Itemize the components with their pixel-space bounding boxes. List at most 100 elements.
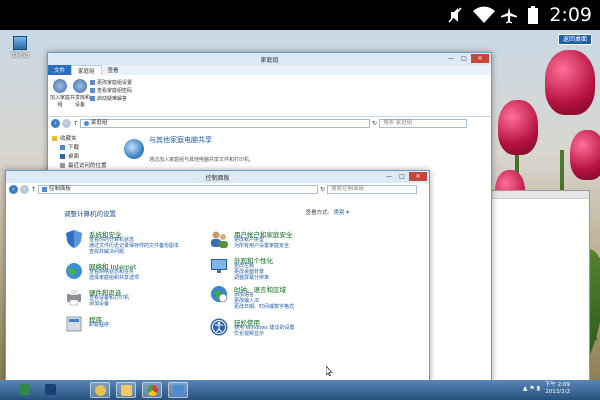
refresh-button[interactable]: ↻ <box>320 186 325 193</box>
refresh-button[interactable]: ↻ <box>372 120 377 127</box>
back-button[interactable]: ‹ <box>9 184 18 194</box>
ease-of-access-icon <box>210 318 228 336</box>
nav-desktop[interactable]: 桌面 <box>52 153 110 162</box>
homegroup-search-input[interactable]: 搜索 家庭组 <box>379 118 468 128</box>
mute-icon <box>448 7 462 23</box>
forward-button[interactable]: › <box>20 184 29 194</box>
clock-globe-icon <box>211 286 228 303</box>
view-by: 查看方式: 类别 ▾ <box>305 210 349 216</box>
mouse-cursor-icon <box>326 366 333 376</box>
battery-icon <box>528 6 538 24</box>
homegroup-small-icon <box>84 120 90 126</box>
taskbar-remote-desktop[interactable] <box>168 382 188 398</box>
file-explorer-icon <box>94 385 106 396</box>
category-link[interactable]: 调整屏幕分辨率 <box>234 275 269 281</box>
control-panel-title: 控制面板 <box>205 175 230 182</box>
return-desktop-button[interactable]: 返回桌面 <box>557 34 592 45</box>
homegroup-globe-icon <box>124 139 144 159</box>
background-window-bar <box>491 191 589 199</box>
recycle-bin-desktop-icon[interactable]: 回收站 <box>8 36 32 62</box>
minimize-button[interactable]: — <box>445 54 457 63</box>
download-icon <box>60 145 65 150</box>
star-icon <box>52 136 57 141</box>
background-window[interactable] <box>490 190 590 380</box>
back-button[interactable]: ‹ <box>51 118 60 128</box>
taskbar: ▲ ⚑ ▮ 下午 2:09 2013/2/2 <box>0 380 600 400</box>
printer-icon <box>67 290 81 306</box>
troubleshoot-icon <box>90 96 95 101</box>
close-button[interactable]: ✕ <box>471 54 489 63</box>
up-button[interactable]: ↑ <box>73 120 78 127</box>
homegroup-titlebar[interactable]: 家庭组 — □ ✕ <box>48 53 491 65</box>
control-panel-small-icon <box>42 186 48 192</box>
start-troubleshooter[interactable]: 启动疑难解答 <box>90 95 127 102</box>
airplane-mode-icon <box>501 7 517 24</box>
network-globe-icon <box>66 263 82 279</box>
wallpaper-tulip <box>570 130 600 180</box>
chrome-icon <box>146 385 158 396</box>
share-libraries-button[interactable]: 共享库和设备 <box>70 79 90 108</box>
recent-icon <box>60 163 65 168</box>
settings-icon <box>90 80 95 85</box>
category-link[interactable]: 更改日期、时间或数字格式 <box>234 304 294 310</box>
tab-view[interactable]: 查看 <box>102 65 125 75</box>
programs-icon <box>66 316 82 332</box>
status-time: 2:09 <box>549 4 592 26</box>
category-link[interactable]: 优化视频显示 <box>234 331 295 337</box>
view-homegroup-password[interactable]: 查看家庭组密码 <box>90 87 132 94</box>
category-link[interactable]: 查找并解决问题 <box>89 249 179 255</box>
taskbar-clock[interactable]: 下午 2:09 2013/2/2 <box>545 382 570 396</box>
screen: 2:09 回收站 返回桌面 家庭组 — □ ✕ 文件 家庭组 查看 加入家庭组 … <box>0 0 600 400</box>
address-box[interactable]: 家庭组 <box>80 118 371 128</box>
category-link[interactable]: 卸载程序 <box>89 322 109 328</box>
nav-favorites[interactable]: 收藏夹 <box>52 135 110 144</box>
forward-button[interactable]: › <box>62 118 71 128</box>
category-link[interactable]: 为所有用户设置家庭安全 <box>234 243 289 249</box>
minimize-button[interactable]: — <box>383 172 395 181</box>
shield-icon <box>66 230 82 248</box>
change-homegroup-settings[interactable]: 更改家庭组设置 <box>90 79 132 86</box>
wifi-icon <box>473 6 495 23</box>
maximize-button[interactable]: □ <box>396 172 408 181</box>
view-by-dropdown[interactable]: 类别 ▾ <box>333 210 349 216</box>
homegroup-description: 通过加入家庭组与其他电脑共享文件和打印机。 <box>149 157 255 163</box>
remote-desktop-icon <box>172 385 184 396</box>
folder-icon <box>120 385 132 396</box>
notification-area[interactable]: ▲ ⚑ ▮ <box>523 385 540 392</box>
category-link[interactable]: 选择家庭组和共享选项 <box>89 275 139 281</box>
wallpaper-tulip <box>498 100 538 155</box>
homegroup-title: 家庭组 <box>260 57 279 64</box>
desktop-icon-label: 回收站 <box>10 52 29 59</box>
join-homegroup-button[interactable]: 加入家庭组 <box>50 79 70 108</box>
android-status-bar: 2:09 <box>0 0 600 30</box>
taskbar-powershell[interactable] <box>40 382 60 398</box>
control-panel-window[interactable]: 控制面板 — □ ✕ ‹ › ↑ 控制面板 ↻ 搜索控制面板 调整计算机的设置 … <box>5 170 430 380</box>
control-panel-heading: 调整计算机的设置 <box>64 210 116 218</box>
taskbar-folder[interactable] <box>116 382 136 398</box>
homegroup-icon <box>53 79 67 93</box>
ribbon-tabs: 文件 家庭组 查看 <box>48 65 491 75</box>
up-button[interactable]: ↑ <box>31 186 36 193</box>
control-panel-titlebar[interactable]: 控制面板 — □ ✕ <box>6 171 429 183</box>
window-controls: — □ ✕ <box>383 172 427 181</box>
taskbar-chrome[interactable] <box>142 382 162 398</box>
control-panel-search-input[interactable]: 搜索控制面板 <box>327 184 418 194</box>
taskbar-file-explorer[interactable] <box>90 382 110 398</box>
category-link[interactable]: 添加设备 <box>89 301 129 307</box>
share-icon <box>73 79 87 93</box>
recycle-bin-icon <box>13 36 27 50</box>
address-box[interactable]: 控制面板 <box>38 184 319 194</box>
taskbar-server-manager[interactable] <box>14 382 34 398</box>
close-button[interactable]: ✕ <box>409 172 427 181</box>
windows-desktop: 回收站 返回桌面 家庭组 — □ ✕ 文件 家庭组 查看 加入家庭组 共享库和设… <box>0 30 600 380</box>
homegroup-heading: 与其他家庭电脑共享 <box>149 136 212 144</box>
control-panel-address-bar: ‹ › ↑ 控制面板 ↻ 搜索控制面板 <box>6 183 429 195</box>
tab-file[interactable]: 文件 <box>48 65 72 75</box>
key-icon <box>90 88 95 93</box>
users-icon <box>211 231 228 248</box>
maximize-button[interactable]: □ <box>458 54 470 63</box>
ribbon: 加入家庭组 共享库和设备 更改家庭组设置 查看家庭组密码 启动疑难解答 <box>48 75 491 117</box>
wallpaper-tulip <box>545 50 595 115</box>
tab-homegroup[interactable]: 家庭组 <box>71 65 102 75</box>
nav-downloads[interactable]: 下载 <box>52 144 110 153</box>
